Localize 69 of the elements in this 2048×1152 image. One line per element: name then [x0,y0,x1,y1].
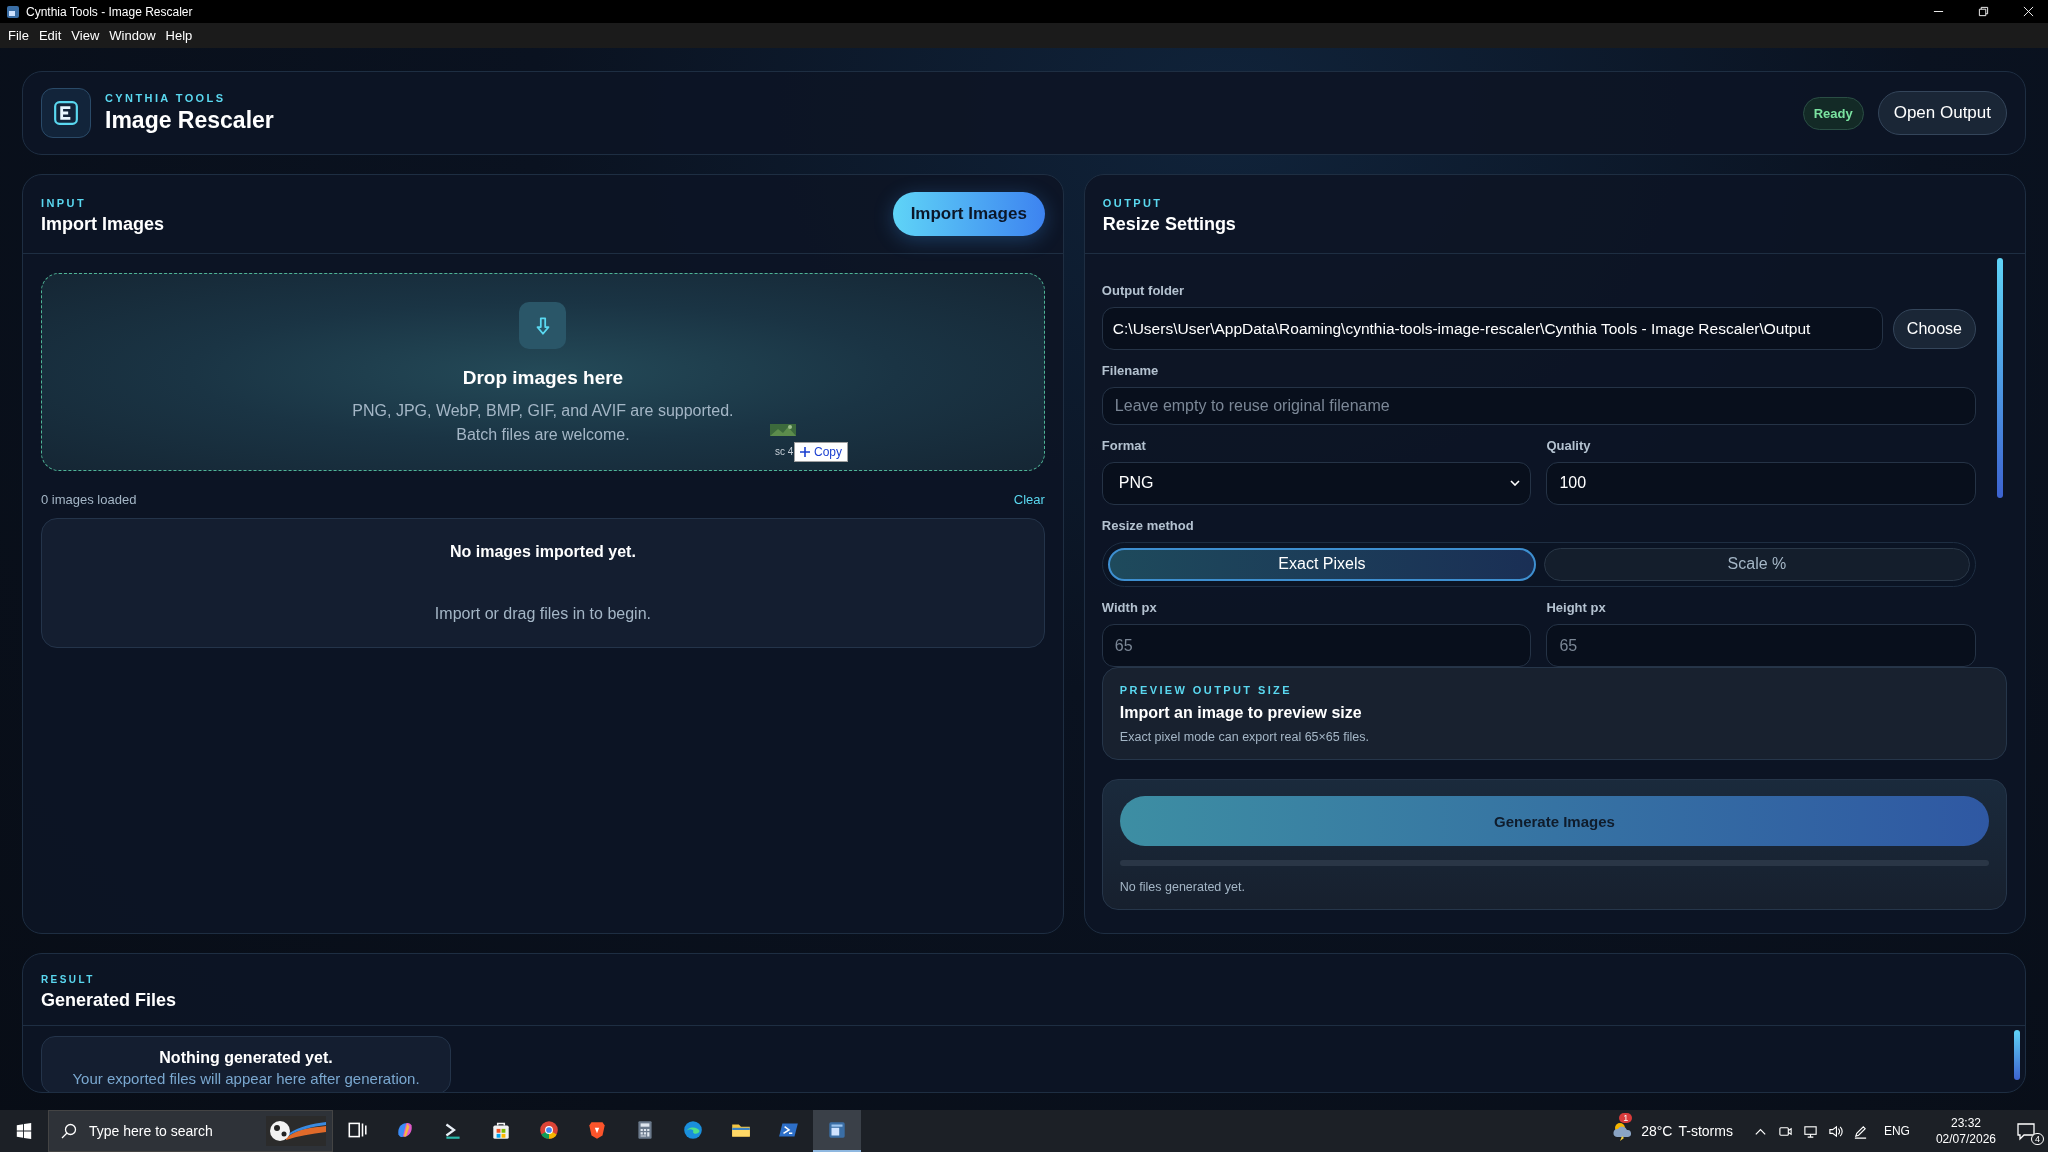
menu-item[interactable]: Edit [37,28,68,43]
logo-icon [41,88,91,138]
restore-icon[interactable] [1978,6,1989,17]
import-images-button[interactable]: Import Images [892,192,1045,236]
app-title: Image Rescaler [105,107,274,134]
window-app-icon [826,1119,848,1141]
close-icon[interactable] [2023,6,2034,17]
menu-item[interactable]: View [70,28,106,43]
volume-icon[interactable] [1827,1123,1843,1139]
taskbar-search-field[interactable]: Type here to search [48,1110,333,1152]
empty-text: Your exported files will appear here after generation. [72,1070,420,1087]
quality-field[interactable]: 100 [1546,461,1976,505]
field-label: Height px [1546,600,1607,615]
empty-text: Import or drag files in to begin. [434,605,651,623]
network-icon[interactable] [1802,1123,1818,1139]
field-label: Filename [1101,363,1160,378]
section-kicker: INPUT [41,197,87,209]
menu-item[interactable]: File [7,28,35,43]
menu-item[interactable]: Help [164,28,199,43]
preview-kicker: PREVIEW OUTPUT SIZE [1119,684,1293,696]
pen-icon[interactable] [1852,1123,1868,1139]
drop-zone[interactable]: Drop images here PNG, JPG, WebP, BMP, GIF, and AVIF are supported. Batch files are welcome. sc 4 Copy [41,273,1045,471]
field-label: Format [1101,437,1147,453]
field-label: Quality [1546,437,1592,453]
menu-item[interactable]: Window [108,28,162,43]
preview-title: Import an image to preview size [1119,704,1363,722]
search-icon [61,1123,77,1139]
field-label: Width px [1101,600,1158,615]
width-field[interactable]: 65 [1101,624,1532,667]
chevron-down-icon [1510,480,1521,487]
clock[interactable]: 23:32 02/07/2026 [1935,1116,1996,1146]
generate-status: No files generated yet. [1119,880,1246,894]
output-folder-field[interactable]: C:\Users\User\AppData\Roaming\cynthia-tools-image-rescaler\Cynthia Tools - Image Rescaler\Output [1101,307,1883,350]
field-label: Resize method [1101,517,1195,533]
drop-text: PNG, JPG, WebP, BMP, GIF, and AVIF are supported. Batch files are welcome. [351,401,735,445]
copy-button[interactable]: Copy [794,442,848,462]
format-select[interactable]: PNG [1101,461,1532,505]
preview-text: Exact pixel mode can export real 65×65 files. [1119,730,1370,744]
brand-kicker: CYNTHIA TOOLS [105,92,227,104]
section-title: Generated Files [41,990,178,1011]
choose-button[interactable]: Choose [1892,308,1976,349]
drop-title: Drop images here [462,367,624,389]
clear-link[interactable]: Clear [1013,491,1045,507]
window-title: Cynthia Tools - Image Rescaler [26,4,193,19]
empty-title: No images imported yet. [450,543,636,561]
open-output-button[interactable]: Open Output [1877,91,2007,135]
wave-browser-icon [682,1119,704,1141]
image-count: 0 images loaded [41,491,137,507]
windows-start-icon[interactable] [15,1122,33,1140]
empty-title: Nothing generated yet. [159,1049,333,1067]
weather-temperature: 28°C [1641,1123,1673,1139]
status-badge: Ready [1802,96,1864,130]
resize-method-option[interactable]: Scale % [1543,547,1970,581]
app-icon [6,4,20,19]
field-label: Output folder [1101,283,1186,298]
tooltip-text: sc 4 [775,446,794,457]
section-title: Resize Settings [1102,214,1236,235]
section-title: Import Images [41,214,165,235]
section-kicker: RESULT [41,974,96,985]
browser-circle-icon [538,1119,560,1141]
height-field[interactable]: 65 [1546,624,1976,667]
language-indicator[interactable]: ENG [1883,1124,1910,1138]
filename-field[interactable]: Leave empty to reuse original filename [1101,387,1976,425]
section-kicker: OUTPUT [1102,197,1164,209]
weather-badge: 1 [1619,1113,1633,1123]
weather-condition: T-storms [1678,1123,1733,1139]
resize-method-option[interactable]: Exact Pixels [1107,547,1536,581]
plus-icon [800,447,810,457]
taskbar-app-button[interactable] [813,1110,861,1152]
